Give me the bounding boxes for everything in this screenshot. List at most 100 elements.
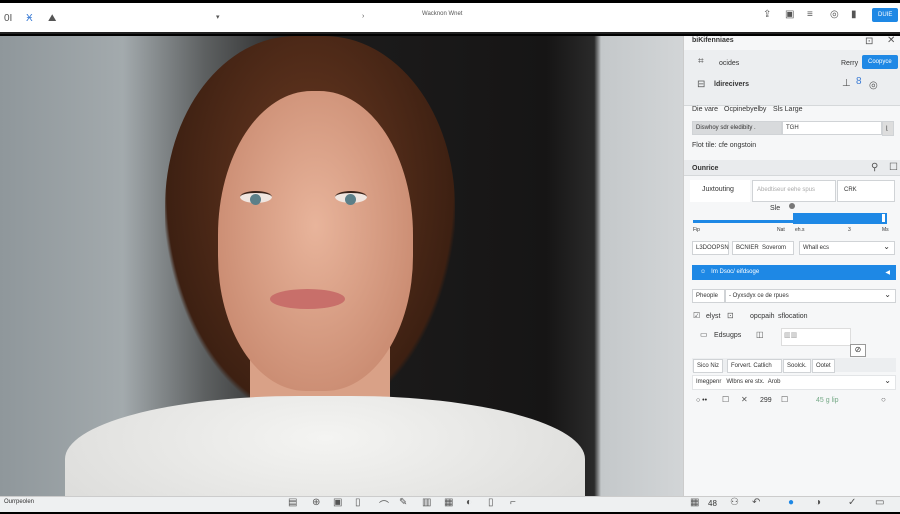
corner-icon[interactable]: ⌐	[510, 497, 516, 508]
people-icon[interactable]: ⚇	[730, 497, 739, 508]
select-2[interactable]: - Oyxsdyx ce de rpues	[725, 289, 896, 303]
square-icon[interactable]: ☐	[889, 162, 898, 173]
info-icon	[789, 203, 795, 209]
option-button-1[interactable]: L3DOOPSN	[692, 241, 729, 255]
document-title: Wacknon Wnet	[422, 11, 463, 17]
anchor-icon[interactable]: ⊥	[842, 78, 851, 89]
option-2[interactable]: Ocpinebyelby	[724, 106, 766, 113]
scale-label: Fip	[693, 227, 700, 233]
mask-icon: ☺	[700, 269, 707, 275]
option-button-2[interactable]: BCNIER Soverom	[732, 241, 794, 255]
clear-icon[interactable]: ⌊	[882, 121, 894, 136]
thermometer-icon[interactable]: ⊡	[727, 311, 734, 320]
rerry-link[interactable]: Rerry	[841, 60, 858, 67]
highlight-bar[interactable]: ☺ Im Dsoc/ eifdsoge ◀	[692, 265, 896, 280]
lips	[270, 289, 345, 309]
checkbox-icon[interactable]: ☐	[722, 395, 729, 404]
calendar-icon[interactable]: ▦	[690, 497, 699, 508]
row1-label: ocides	[719, 60, 740, 67]
grid-icon[interactable]: ▤	[288, 497, 297, 508]
close-icon[interactable]: ✕	[887, 35, 895, 46]
panel-title: biKifenniaes	[692, 37, 734, 44]
chip[interactable]: Forvert. Catlich	[727, 359, 782, 373]
checkbox-icon[interactable]: ☐	[781, 395, 788, 404]
label: Wlbns ere stx.	[726, 379, 765, 385]
clipboard-icon[interactable]: ▮	[851, 9, 857, 20]
table-icon[interactable]: ▦	[444, 497, 453, 508]
slider-range[interactable]	[793, 213, 887, 224]
value: 45 g lip	[816, 397, 839, 404]
page-icon[interactable]: ▯	[355, 497, 361, 508]
play-icon[interactable]: ●	[788, 497, 794, 508]
app-icon[interactable]: 0I	[4, 13, 12, 24]
btn-label: BCNIER	[736, 245, 759, 251]
display-value-input[interactable]: TGH	[782, 121, 882, 135]
tab-3[interactable]: CRK	[837, 180, 895, 202]
link-button[interactable]: ⊘	[850, 344, 866, 357]
scale-label: eh.s	[795, 227, 805, 233]
right-eye	[335, 191, 367, 205]
chip[interactable]: Sico Niz	[693, 359, 724, 373]
rect-icon[interactable]: ▭	[700, 330, 708, 339]
crop-icon[interactable]: Ӿ	[26, 13, 33, 24]
transform-icon: ⌗	[698, 56, 704, 67]
preview-icon[interactable]: ▭	[875, 497, 884, 508]
option-1[interactable]: Die vare	[692, 106, 718, 113]
settings-icon[interactable]: ◎	[830, 9, 839, 20]
signature-icon[interactable]: ✓	[848, 497, 856, 508]
slider-handle[interactable]	[882, 214, 885, 222]
share-icon[interactable]: ⇪	[763, 9, 771, 20]
checkbox-1-label: elyst	[706, 313, 721, 320]
select-2-label: Pheople	[692, 289, 725, 303]
checkbox-1[interactable]: ☑	[693, 311, 700, 320]
hint-text: Flot tile: cfe ongstoin	[692, 142, 757, 149]
pen-icon[interactable]: ✎	[399, 497, 407, 508]
pin-icon[interactable]: ⚲	[871, 162, 878, 173]
shuffle-icon[interactable]: ✕	[741, 395, 748, 404]
edit-label: Edsugps	[714, 332, 742, 339]
undo-icon[interactable]: ↶	[752, 497, 760, 508]
flag-icon: ◀	[885, 270, 890, 276]
chip[interactable]: Soolck.	[783, 359, 811, 373]
properties-panel: biKifenniaes ⊡ ✕ ⌗ ocides Rerry Coopyce …	[683, 35, 900, 496]
split-icon[interactable]: ◫	[756, 330, 764, 339]
chip[interactable]: Ootet	[812, 359, 835, 373]
contrast-icon[interactable]: ◑	[815, 497, 821, 508]
radio-icon[interactable]: ○ ••	[696, 397, 707, 404]
display-label: Diswhoy sdr eledibity .	[692, 121, 782, 135]
target-icon[interactable]: ◎	[869, 80, 878, 91]
label: Imegpenr	[696, 379, 722, 385]
select-1[interactable]: Whall ecs	[799, 241, 895, 255]
image-icon[interactable]: ▣	[785, 9, 794, 20]
photo-canvas[interactable]	[0, 36, 683, 496]
face	[218, 91, 413, 391]
row2-label: ldirecivers	[714, 81, 750, 88]
search-icon[interactable]: ⊕	[312, 497, 320, 508]
scale-label: Ms	[882, 227, 889, 233]
primary-action-button[interactable]: DUIE	[872, 8, 899, 22]
dropdown-arrow-icon[interactable]: ▾	[216, 13, 220, 21]
globe-icon[interactable]: ◐	[466, 497, 472, 508]
panel-icon[interactable]: ▯	[488, 497, 494, 508]
label: Arob	[767, 379, 781, 385]
status-label: Ourrpeolen	[4, 499, 35, 505]
scale-label: 3	[848, 227, 851, 233]
chevron-right-icon[interactable]: ›	[362, 13, 364, 20]
pattern-swatch[interactable]: ▥▥	[781, 328, 851, 346]
link-icon[interactable]: 8	[856, 76, 862, 87]
curve-icon[interactable]: ⌒	[379, 497, 389, 512]
apply-button[interactable]: Coopyce	[862, 55, 898, 69]
columns-icon[interactable]: ▥	[422, 497, 431, 508]
frame-icon[interactable]: ▣	[333, 497, 342, 508]
dock-icon[interactable]: ⊡	[865, 36, 873, 47]
tab-2[interactable]: Abedtiseur eehe spus	[752, 180, 836, 202]
landscape-icon[interactable]: ⛰	[48, 13, 56, 24]
btn-label: Soverom	[762, 245, 787, 251]
shirt	[65, 396, 585, 496]
tab-1[interactable]: Juxtouting	[690, 180, 750, 202]
select-3[interactable]: Imegpenr Wlbns ere stx. Arob	[692, 375, 896, 390]
slider-label: Sle	[770, 205, 781, 212]
menu-icon[interactable]: ≡	[807, 9, 813, 20]
radio-icon[interactable]: ○	[881, 395, 886, 404]
option-3[interactable]: Sls Large	[773, 106, 803, 113]
